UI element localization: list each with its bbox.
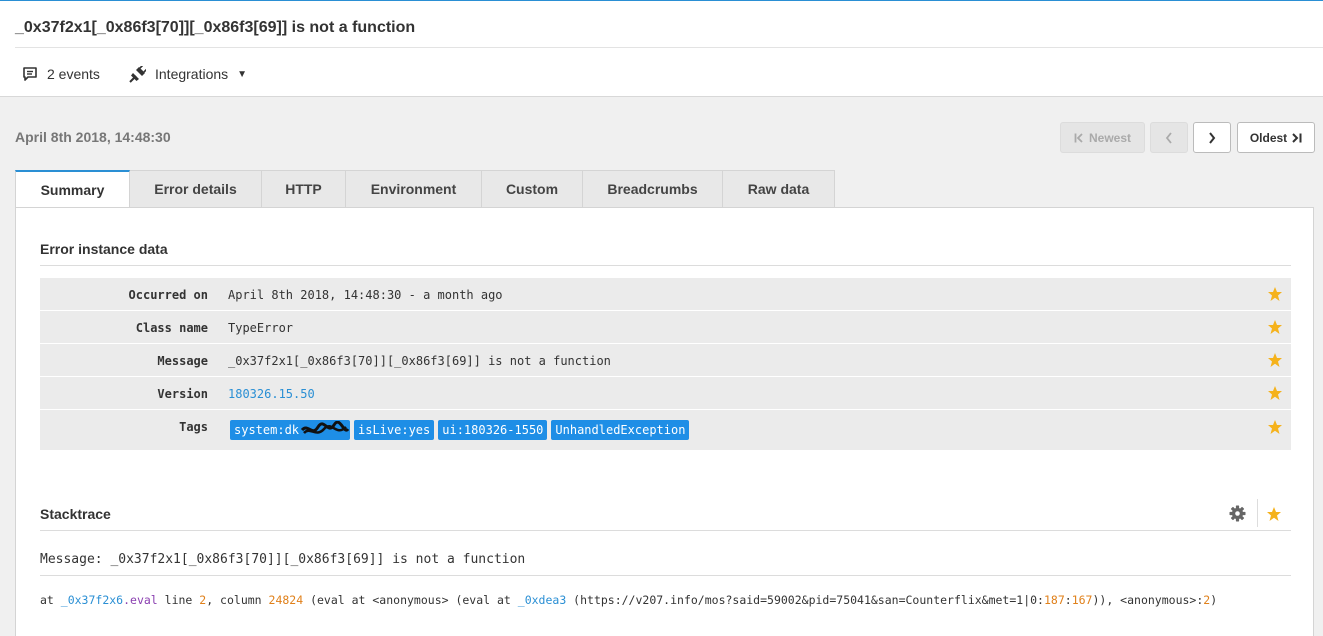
last-page-icon (1292, 132, 1302, 143)
chevron-left-icon (1165, 131, 1172, 144)
section-divider (40, 575, 1291, 576)
tag-badge[interactable]: system:dk (230, 420, 350, 440)
star-icon[interactable] (1266, 506, 1282, 522)
chevron-right-icon (1209, 131, 1216, 144)
frame-url: (https://v207.info/mos?said=59002&pid=75… (566, 593, 1044, 607)
integrations-label: Integrations (155, 66, 229, 82)
tag-badge[interactable]: ui:180326-1550 (438, 420, 548, 440)
events-button[interactable]: 2 events (22, 63, 100, 85)
star-icon[interactable] (1267, 385, 1283, 401)
plug-icon (129, 65, 146, 83)
section-divider (40, 530, 1291, 531)
events-label: 2 events (47, 66, 100, 82)
frame-line-label: line (157, 593, 200, 607)
row-key: Tags (179, 420, 208, 434)
newest-label: Newest (1088, 130, 1132, 145)
newest-button[interactable]: Newest (1060, 122, 1145, 153)
summary-panel: Error instance data Occurred on April 8t… (15, 207, 1314, 636)
frame-url-column: 167 (1071, 593, 1093, 607)
gear-icon[interactable] (1229, 505, 1246, 522)
tag-badge[interactable]: UnhandledException (551, 420, 690, 440)
table-row: Version 180326.15.50 (40, 377, 1291, 410)
oldest-label: Oldest (1249, 130, 1288, 145)
version-link[interactable]: 180326.15.50 (228, 387, 315, 401)
previous-button[interactable] (1150, 122, 1188, 153)
title-divider (15, 47, 1323, 48)
stack-frame: at _0x37f2x6.eval line 2, column 24824 (… (40, 593, 1217, 607)
oldest-button[interactable]: Oldest (1237, 122, 1315, 153)
row-value: _0x37f2x1[_0x86f3[70]][_0x86f3[69]] is n… (228, 354, 611, 368)
frame-column-label: , column (206, 593, 269, 607)
integrations-dropdown[interactable]: Integrations ▼ (129, 63, 247, 85)
tab-raw-data[interactable]: Raw data (723, 170, 835, 208)
table-row: Message _0x37f2x1[_0x86f3[70]][_0x86f3[6… (40, 344, 1291, 377)
star-icon[interactable] (1267, 319, 1283, 335)
row-value: April 8th 2018, 14:48:30 - a month ago (228, 288, 503, 302)
frame-column-number: 24824 (268, 593, 304, 607)
tab-http[interactable]: HTTP (262, 170, 346, 208)
error-instance-title: Error instance data (40, 241, 168, 257)
frame-colon: : (1064, 593, 1072, 607)
tab-error-details[interactable]: Error details (130, 170, 262, 208)
page-title: _0x37f2x1[_0x86f3[70]][_0x86f3[69]] is n… (15, 19, 416, 36)
tag-label: system:dk (234, 423, 300, 437)
tab-summary[interactable]: Summary (15, 170, 130, 208)
frame-method: .eval (123, 593, 158, 607)
frame-url-line: 187 (1043, 593, 1065, 607)
table-row: Occurred on April 8th 2018, 14:48:30 - a… (40, 278, 1291, 311)
redaction-scribble (300, 421, 350, 434)
section-divider (40, 265, 1291, 266)
frame-function-2[interactable]: _0xdea3 (518, 593, 566, 607)
tag-list: system:dk isLive:yes ui:180326-1550 Unhand… (230, 420, 693, 440)
row-key: Message (157, 354, 208, 368)
table-row: Tags system:dk isLive:yes ui:180326-1550 U… (40, 410, 1291, 450)
next-button[interactable] (1193, 122, 1231, 153)
frame-anonymous-text: )), <anonymous>: (1092, 593, 1204, 607)
row-key: Class name (135, 321, 208, 335)
frame-at: at (40, 593, 61, 607)
row-key: Version (157, 387, 208, 401)
tab-bar: Summary Error details HTTP Environment C… (15, 170, 835, 208)
frame-eval-text: (eval at <anonymous> (eval at (303, 593, 518, 607)
instance-data-table: Occurred on April 8th 2018, 14:48:30 - a… (40, 278, 1291, 450)
top-bar: _0x37f2x1[_0x86f3[70]][_0x86f3[69]] is n… (0, 0, 1323, 97)
instance-date: April 8th 2018, 14:48:30 (15, 129, 171, 145)
row-key: Occurred on (128, 288, 208, 302)
row-value: TypeError (228, 321, 294, 335)
tag-badge[interactable]: isLive:yes (354, 420, 435, 440)
caret-down-icon: ▼ (237, 68, 248, 80)
tab-environment[interactable]: Environment (346, 170, 482, 208)
stacktrace-message: Message: _0x37f2x1[_0x86f3[70]][_0x86f3[… (40, 552, 526, 567)
star-icon[interactable] (1267, 286, 1283, 302)
table-row: Class name TypeError (40, 311, 1291, 344)
comment-icon (23, 67, 37, 81)
frame-end: ) (1210, 593, 1218, 607)
first-page-icon (1074, 132, 1083, 143)
star-icon[interactable] (1267, 352, 1283, 368)
star-icon[interactable] (1267, 419, 1283, 435)
tab-custom[interactable]: Custom (482, 170, 583, 208)
stacktrace-title: Stacktrace (40, 506, 111, 522)
divider (1257, 499, 1258, 527)
tab-breadcrumbs[interactable]: Breadcrumbs (583, 170, 723, 208)
frame-function[interactable]: _0x37f2x6 (61, 593, 123, 607)
